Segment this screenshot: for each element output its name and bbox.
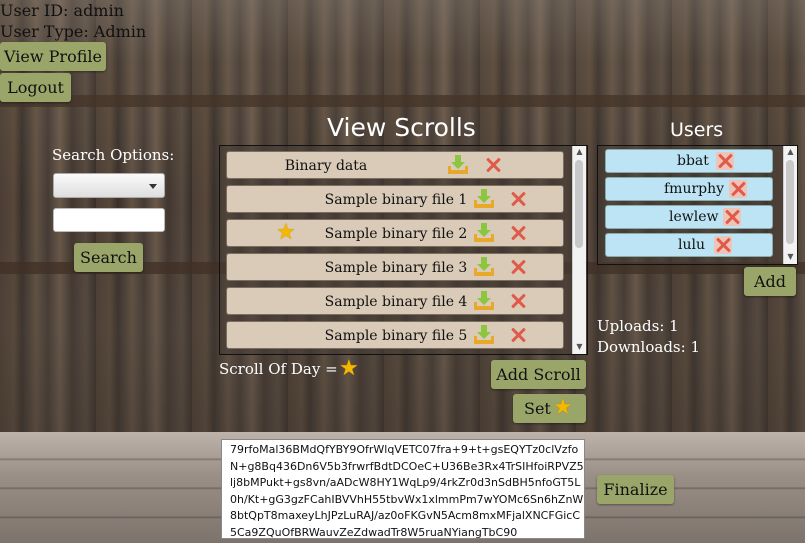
user-item-label: lewlew — [669, 209, 719, 225]
scroll-up-arrow-icon[interactable]: ▲ — [573, 146, 586, 158]
user-id-text: User ID: admin — [0, 1, 124, 20]
scrollbar-thumb[interactable] — [786, 160, 794, 244]
download-icon[interactable] — [446, 154, 470, 176]
user-item-label: bbat — [677, 153, 709, 169]
user-item-label: fmurphy — [664, 181, 725, 197]
add-scroll-button[interactable]: Add Scroll — [491, 360, 586, 389]
users-scrollbar[interactable]: ▲ ▼ — [783, 146, 797, 264]
user-item[interactable]: bbat — [605, 149, 773, 173]
user-type-text: User Type: Admin — [0, 22, 147, 41]
scroll-down-arrow-icon[interactable]: ▼ — [573, 341, 586, 353]
finalize-button[interactable]: Finalize — [597, 475, 674, 504]
scroll-item[interactable]: Binary data — [226, 151, 564, 179]
delete-icon[interactable] — [510, 327, 526, 343]
scrolls-list[interactable]: Binary data Sample binary file 1 Sample … — [219, 145, 588, 355]
scroll-down-arrow-icon[interactable]: ▼ — [784, 251, 797, 263]
delete-icon — [715, 237, 731, 253]
add-user-button[interactable]: Add — [744, 267, 796, 296]
downloads-count: Downloads: 1 — [597, 338, 700, 356]
delete-icon — [730, 181, 746, 197]
download-icon[interactable] — [472, 290, 496, 312]
user-item-label: lulu — [678, 237, 705, 253]
star-icon: ★ — [339, 356, 359, 381]
scroll-of-day-label: Scroll Of Day = — [219, 360, 338, 378]
delete-user-button[interactable] — [714, 236, 732, 254]
scroll-item-label: Binary data — [284, 158, 368, 174]
uploads-count: Uploads: 1 — [597, 317, 679, 335]
user-item[interactable]: lewlew — [605, 205, 773, 229]
scroll-up-arrow-icon[interactable]: ▲ — [784, 146, 797, 158]
delete-icon[interactable] — [510, 225, 526, 241]
download-icon[interactable] — [472, 324, 496, 346]
users-title: Users — [670, 119, 724, 141]
search-input[interactable] — [53, 208, 165, 232]
delete-user-button[interactable] — [729, 180, 747, 198]
view-profile-button[interactable]: View Profile — [0, 42, 106, 71]
logout-button[interactable]: Logout — [0, 73, 71, 102]
search-select[interactable] — [53, 173, 165, 198]
delete-icon[interactable] — [485, 157, 501, 173]
delete-user-button[interactable] — [716, 152, 734, 170]
search-options-heading: Search Options: — [52, 146, 175, 164]
star-icon: ★ — [276, 220, 296, 245]
set-button-label: Set — [524, 399, 551, 418]
user-item[interactable]: fmurphy — [605, 177, 773, 201]
user-item[interactable]: lulu — [605, 233, 773, 257]
chevron-down-icon — [149, 184, 157, 189]
delete-user-button[interactable] — [723, 208, 741, 226]
download-icon[interactable] — [472, 222, 496, 244]
scrolls-scrollbar[interactable]: ▲ ▼ — [572, 146, 586, 354]
delete-icon — [724, 209, 740, 225]
scrollbar-thumb[interactable] — [575, 160, 583, 248]
download-icon[interactable] — [472, 188, 496, 210]
view-scrolls-title: View Scrolls — [327, 113, 476, 142]
delete-icon[interactable] — [510, 259, 526, 275]
set-button[interactable]: Set ★ — [513, 394, 586, 423]
scroll-content-textarea[interactable]: 79rfoMal36BMdQfYBY9OfrWlqVETC07fra+9+t+g… — [221, 439, 585, 539]
search-button[interactable]: Search — [74, 243, 143, 272]
delete-icon — [717, 153, 733, 169]
shelf-line — [0, 95, 805, 107]
delete-icon[interactable] — [510, 293, 526, 309]
star-icon: ★ — [553, 395, 573, 420]
users-list[interactable]: bbat fmurphy lewlew lulu ▲ ▼ — [597, 145, 798, 265]
download-icon[interactable] — [472, 256, 496, 278]
delete-icon[interactable] — [510, 191, 526, 207]
